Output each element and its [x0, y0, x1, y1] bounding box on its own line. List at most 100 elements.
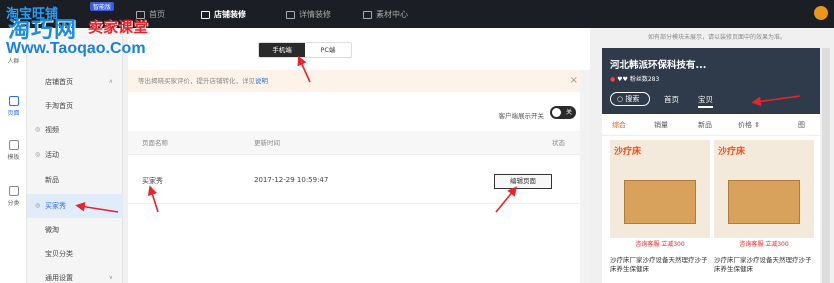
page-nav-item-label: 新品 [45, 176, 59, 184]
rail-item-pages-label: 页面 [7, 110, 20, 117]
sort-bar: 综合 销量 新品 价格 ⇕ 图 [602, 114, 820, 136]
product-banner: 沙疗床 [718, 147, 746, 157]
nav-home-label: 首页 [149, 10, 165, 19]
switch-state: 关 [565, 109, 572, 116]
shop-search-button[interactable]: ○ 搜索 [610, 92, 650, 106]
column-header-status: 状态 [552, 139, 565, 147]
watermark-tagline: 卖家课堂 [88, 19, 149, 36]
folder-icon [363, 10, 372, 19]
client-display-label: 客户端展示开关 [498, 112, 545, 120]
nav-detail-decoration-label: 详情装修 [299, 10, 331, 19]
page-nav-item-label: 活动 [45, 151, 59, 159]
switch-knob [552, 108, 561, 117]
template-icon [8, 140, 19, 150]
product-strip: 咨询客服 立减300 [610, 238, 710, 252]
chevron-up-icon: ∧ [108, 78, 113, 85]
avatar[interactable] [814, 6, 828, 20]
page-nav-item-label: 买家秀 [45, 202, 66, 210]
mobile-toggle[interactable]: 手机端 [259, 43, 305, 57]
rail-item-templates[interactable]: 模板 [0, 140, 27, 161]
page-nav-item-general[interactable]: 通用设置 ∨ [27, 266, 123, 283]
rail-item-categories-label: 分类 [7, 200, 20, 207]
phone-screen: 河北韩派环保科技有... ● ♥♥ 粉丝数283 ○ 搜索 首页 宝贝 综合 销… [602, 48, 820, 283]
shop-header: 河北韩派环保科技有... ● ♥♥ 粉丝数283 ○ 搜索 首页 宝贝 [602, 48, 820, 114]
search-icon: ○ [617, 95, 624, 103]
device-toggle: 手机端 PC端 [258, 42, 352, 58]
shop-search-label: 搜索 [625, 95, 640, 103]
page-nav-item-label: 视频 [45, 126, 59, 134]
rail-item-templates-label: 模板 [7, 154, 20, 161]
row-page-name: 买家秀 [142, 177, 163, 185]
sort-sales[interactable]: 销量 [654, 114, 668, 136]
column-header-name: 页面名称 [142, 139, 168, 147]
close-icon[interactable]: × [570, 70, 578, 92]
page-nav-item-shop-home[interactable]: 店铺首页 ∧ [27, 70, 123, 94]
shop-tab-home[interactable]: 首页 [664, 94, 679, 105]
page-nav-item-label: 通用设置 [45, 274, 73, 282]
page-nav-item-item-categories[interactable]: 宝贝分类 [27, 242, 123, 266]
product-banner: 沙疗床 [614, 147, 642, 157]
pc-toggle[interactable]: PC端 [305, 43, 351, 57]
sort-new[interactable]: 新品 [698, 114, 712, 136]
link-icon: ◎ [35, 151, 41, 158]
nav-material-center[interactable]: 素材中心 [363, 9, 408, 20]
shop-title: 河北韩派环保科技有... [610, 60, 707, 71]
product-desc: 沙疗床厂家沙疗设备天然理疗沙子床养生保健床 [610, 256, 708, 273]
sort-price[interactable]: 价格 ⇕ [738, 114, 760, 136]
page-nav-item-weitao[interactable]: 微淘 [27, 218, 123, 242]
page-nav-item-label: 手淘首页 [45, 102, 73, 110]
page-nav: 店铺首页 ∧ 手淘首页 ◎ 视频 ◎ 活动 新品 ◎ 买家秀 微淘 宝贝分类 通用设置 ∨ [27, 28, 123, 283]
page-nav-item-label: 宝贝分类 [45, 250, 73, 258]
sort-arrows-icon: ⇕ [754, 121, 761, 129]
link-icon: ◎ [35, 202, 41, 209]
chevron-down-icon: ∨ [108, 274, 113, 281]
table-header: 页面名称 更新时间 状态 [128, 131, 580, 155]
brand-badge: 智能版 [90, 2, 115, 11]
preview-scrollbar[interactable] [822, 48, 830, 283]
sort-price-label: 价格 [738, 121, 752, 129]
rail-item-crowd-label: 人群 [7, 58, 20, 65]
page-nav-item-video[interactable]: ◎ 视频 [27, 118, 123, 142]
main-panel: 手机端 PC端 等出揭晓买家评价，提升店铺转化，详见说明 × 客户端展示开关 关… [128, 28, 590, 283]
notice-bar: 等出揭晓买家评价，提升店铺转化，详见说明 × [128, 70, 590, 92]
nav-shop-decoration[interactable]: 店铺装修 [201, 9, 246, 20]
nav-material-center-label: 素材中心 [376, 10, 408, 19]
shop-tab-items[interactable]: 宝贝 [698, 94, 713, 108]
product-image [728, 180, 800, 224]
edit-page-button[interactable]: 编辑页面 [494, 174, 552, 189]
page-nav-item-new[interactable]: 新品 [27, 168, 123, 192]
page-nav-item-mobile-home[interactable]: 手淘首页 [27, 94, 123, 118]
page-nav-item-buyer-show[interactable]: ◎ 买家秀 [27, 194, 123, 218]
product-desc: 沙疗床厂家沙疗设备天然理疗沙子床养生保健床 [714, 256, 812, 273]
product-card[interactable]: 沙疗床 咨询客服 立减300 [610, 140, 710, 252]
sort-layout[interactable]: 图 [798, 114, 805, 136]
nav-detail-decoration[interactable]: 详情装修 [286, 9, 331, 20]
left-rail: 人群 页面 模板 分类 [0, 28, 27, 283]
rail-item-pages[interactable]: 页面 [0, 96, 27, 117]
main-scrollbar[interactable] [580, 70, 590, 283]
watermark-url: Www.Taoqao.Com [6, 40, 146, 57]
page-nav-item-activity[interactable]: ◎ 活动 [27, 143, 123, 167]
page-icon [8, 96, 19, 106]
notice-text: 等出揭晓买家评价，提升店铺转化，详见 [138, 77, 255, 85]
table-row: 买家秀 2017-12-29 10:59:47 编辑页面 [128, 158, 580, 204]
product-card[interactable]: 沙疗床 咨询客服 立减300 [714, 140, 814, 252]
page-nav-item-label: 店铺首页 [45, 78, 73, 86]
preview-tip: 如有部分模块未展示，请以装修页面中的效果为准。 [647, 34, 786, 41]
row-update-time: 2017-12-29 10:59:47 [254, 176, 329, 184]
phone-preview: 如有部分模块未展示，请以装修页面中的效果为准。 河北韩派环保科技有... ● ♥… [600, 28, 834, 283]
monitor-icon [201, 10, 210, 19]
client-display-switch[interactable]: 关 [550, 106, 576, 119]
nav-shop-decoration-label: 店铺装修 [214, 10, 246, 19]
shop-rating: ● ♥♥ 粉丝数283 [610, 74, 659, 83]
rail-item-categories[interactable]: 分类 [0, 186, 27, 207]
link-icon: ◎ [35, 126, 41, 133]
notice-link[interactable]: 说明 [255, 77, 268, 85]
product-strip: 咨询客服 立减300 [714, 238, 814, 252]
product-image [624, 180, 696, 224]
shop-rating-text: ♥♥ 粉丝数283 [617, 76, 660, 83]
page-icon [286, 10, 295, 19]
sort-default[interactable]: 综合 [612, 114, 626, 136]
column-header-time: 更新时间 [254, 139, 280, 147]
page-nav-item-label: 微淘 [45, 226, 59, 234]
